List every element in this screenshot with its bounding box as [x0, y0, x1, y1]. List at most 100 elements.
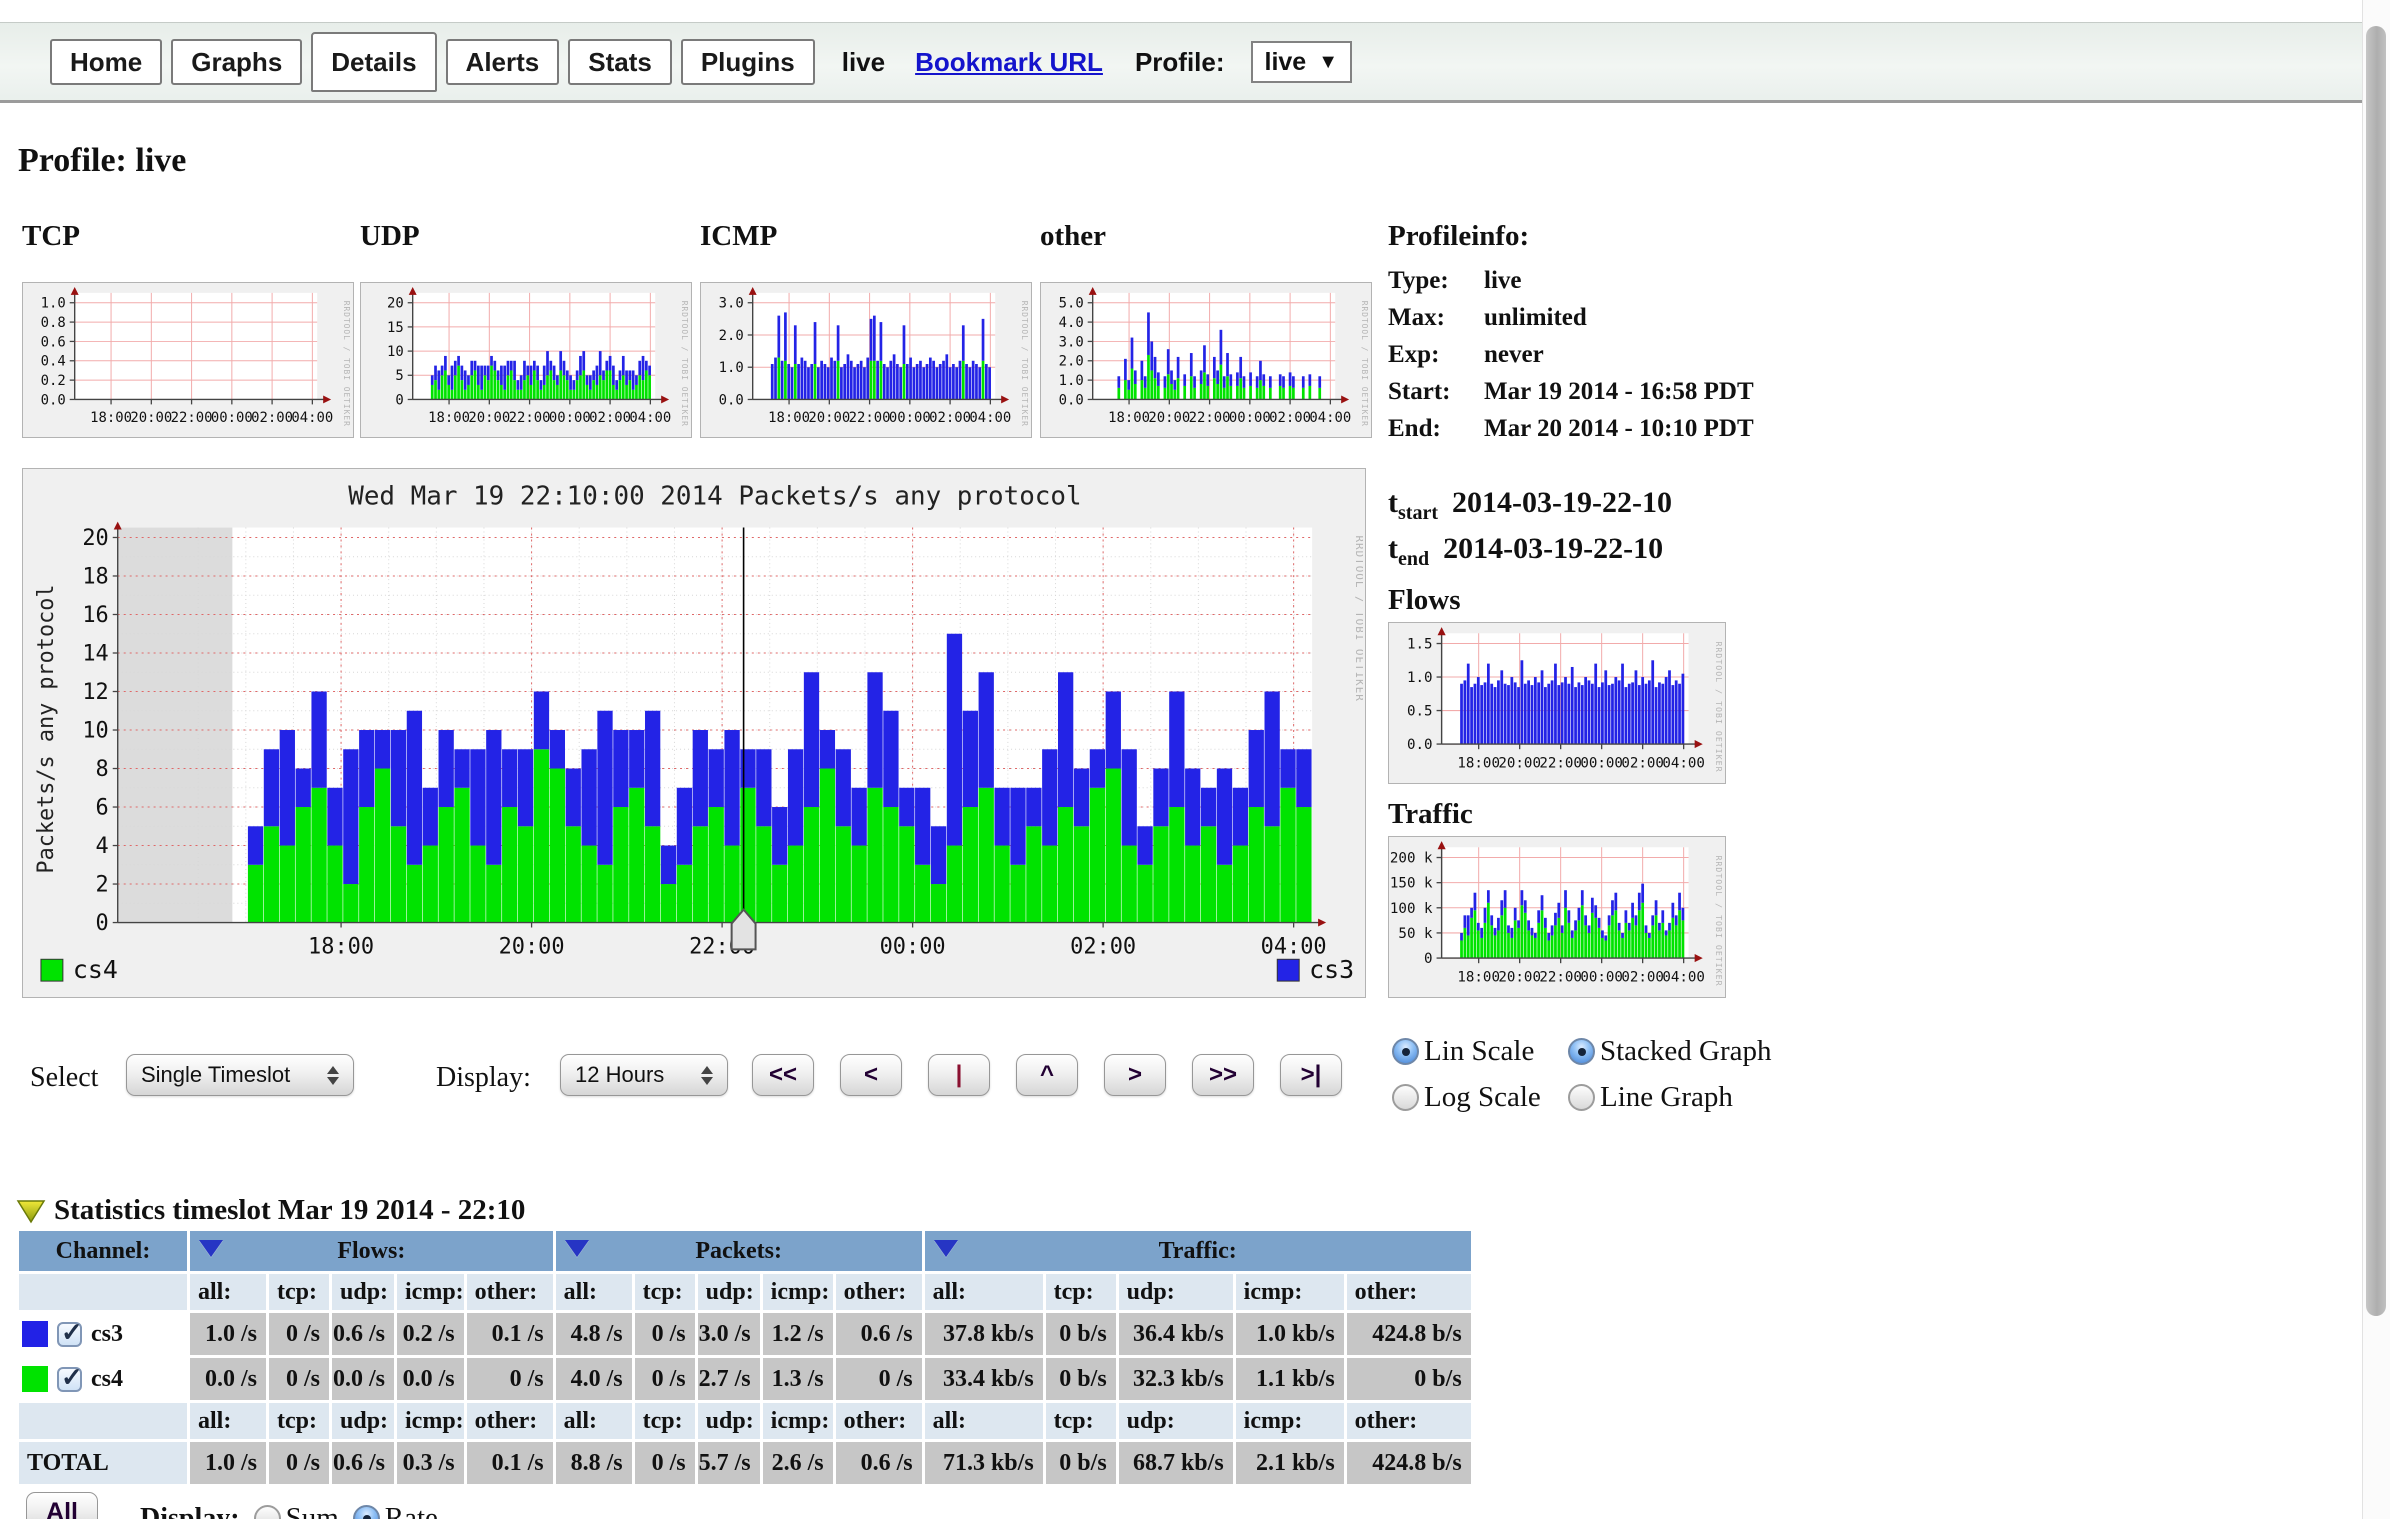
timeslot-select[interactable]: Single Timeslot — [126, 1054, 354, 1096]
graph-nav-button-4[interactable]: > — [1104, 1054, 1166, 1096]
rrdtool-watermark: RRDTOOL / TOBI OETIKER — [1020, 301, 1029, 427]
svg-text:20:00: 20:00 — [808, 410, 850, 426]
profileinfo-row: Type:live — [1388, 262, 1754, 299]
svg-text:22:00: 22:00 — [1189, 410, 1231, 426]
traffic-chart[interactable]: 200 k150 k100 k50 k018:0020:0022:0000:00… — [1388, 836, 1726, 998]
tab-home[interactable]: Home — [50, 39, 162, 85]
scrollbar-thumb[interactable] — [2366, 26, 2386, 1316]
graph-nav-button-2[interactable]: | — [928, 1054, 990, 1096]
stat-value: 1.2 /s — [763, 1313, 833, 1355]
svg-text:4: 4 — [96, 834, 109, 859]
svg-text:1.0: 1.0 — [719, 360, 744, 376]
footer-sum-option[interactable]: Sum — [254, 1502, 339, 1519]
sort-triangle-icon[interactable] — [565, 1240, 589, 1257]
profile-dropdown[interactable]: live ▼ — [1251, 41, 1353, 83]
svg-text:0.0: 0.0 — [1059, 392, 1084, 408]
svg-text:18:00: 18:00 — [428, 410, 470, 426]
svg-text:20:00: 20:00 — [1498, 756, 1541, 772]
page: HomeGraphsDetailsAlertsStatsPlugins live… — [0, 0, 2390, 1519]
tcp-chart[interactable]: 1.00.80.60.40.20.018:0020:0022:0000:0002… — [22, 282, 354, 438]
page-title: Profile: live — [18, 142, 186, 180]
channel-color-swatch — [22, 1321, 48, 1347]
stat-value: 0 /s — [269, 1358, 329, 1400]
total-label: TOTAL — [19, 1442, 187, 1484]
bookmark-url-link[interactable]: Bookmark URL — [915, 47, 1103, 78]
radio-icon[interactable] — [1392, 1038, 1419, 1065]
display-label: Display: — [436, 1062, 531, 1094]
main-graph[interactable]: 2018161412108642018:0020:0022:0000:0002:… — [22, 468, 1366, 998]
stat-value: 0.1 /s — [467, 1313, 553, 1355]
svg-text:02:00: 02:00 — [589, 410, 631, 426]
display-range-value: 12 Hours — [575, 1062, 664, 1088]
channel-checkbox[interactable] — [57, 1322, 82, 1347]
radio-icon[interactable] — [254, 1505, 281, 1519]
svg-text:02:00: 02:00 — [1621, 970, 1664, 986]
svg-text:15: 15 — [387, 320, 404, 336]
tab-plugins[interactable]: Plugins — [681, 39, 815, 85]
footer-rate-option[interactable]: Rate — [353, 1502, 438, 1519]
svg-text:3.0: 3.0 — [719, 296, 744, 312]
stat-total-value: 0.1 /s — [467, 1442, 553, 1484]
all-button[interactable]: All — [26, 1492, 98, 1519]
tab-details[interactable]: Details — [311, 32, 436, 92]
svg-text:02:00: 02:00 — [1269, 410, 1311, 426]
stat-total-value: 2.1 kb/s — [1236, 1442, 1344, 1484]
rrdtool-watermark: RRDTOOL / TOBI OETIKER — [1714, 641, 1723, 772]
radio-icon[interactable] — [1392, 1084, 1419, 1111]
channel-name: cs3 — [91, 1321, 123, 1348]
flows-chart[interactable]: 1.51.00.50.018:0020:0022:0000:0002:0004:… — [1388, 622, 1726, 784]
legend-label-cs3: cs3 — [1309, 955, 1354, 984]
display-range-select[interactable]: 12 Hours — [560, 1054, 728, 1096]
channel-checkbox[interactable] — [57, 1367, 82, 1392]
radio-icon[interactable] — [1568, 1084, 1595, 1111]
graph-nav-button-0[interactable]: << — [752, 1054, 814, 1096]
radio-icon[interactable] — [353, 1505, 380, 1519]
flows-heading: Flows — [1388, 584, 1461, 617]
stat-value: 4.8 /s — [556, 1313, 632, 1355]
svg-text:00:00: 00:00 — [880, 934, 946, 959]
stat-total-value: 8.8 /s — [556, 1442, 632, 1484]
stat-total-value: 2.6 /s — [763, 1442, 833, 1484]
graph-nav-button-5[interactable]: >> — [1192, 1054, 1254, 1096]
udp-chart[interactable]: 2015105018:0020:0022:0000:0002:0004:00RR… — [360, 282, 692, 438]
svg-text:10: 10 — [82, 719, 108, 744]
legend-swatch-cs4 — [41, 959, 63, 981]
scrollbar-track[interactable] — [2362, 0, 2390, 1519]
stat-value: 1.0 kb/s — [1236, 1313, 1344, 1355]
sort-triangle-icon[interactable] — [199, 1240, 223, 1257]
svg-text:22:00: 22:00 — [1539, 756, 1582, 772]
svg-text:2: 2 — [96, 873, 109, 898]
stat-total-value: 0 /s — [269, 1442, 329, 1484]
channel-cell-cs4: cs4 — [19, 1358, 187, 1400]
stat-value: 0 /s — [836, 1358, 922, 1400]
graph-nav-button-1[interactable]: < — [840, 1054, 902, 1096]
option-line-graph[interactable]: Line Graph — [1568, 1081, 1733, 1114]
graph-nav-button-6[interactable]: >| — [1280, 1054, 1342, 1096]
svg-text:20: 20 — [387, 296, 404, 312]
footer-rate-label: Rate — [385, 1502, 438, 1519]
tab-graphs[interactable]: Graphs — [171, 39, 302, 85]
collapse-triangle-icon[interactable] — [16, 1198, 46, 1224]
profileinfo-rows: Type:liveMax:unlimitedExp:neverStart:Mar… — [1388, 262, 1754, 447]
table-row-cs4: cs40.0 /s0 /s0.0 /s0.0 /s0 /s4.0 /s0 /s2… — [19, 1358, 1471, 1400]
option-log-scale[interactable]: Log Scale — [1392, 1081, 1568, 1114]
stat-total-value: 1.0 /s — [190, 1442, 266, 1484]
icmp-chart[interactable]: 3.02.01.00.018:0020:0022:0000:0002:0004:… — [700, 282, 1032, 438]
option-lin-scale[interactable]: Lin Scale — [1392, 1035, 1568, 1068]
nav-tabs: HomeGraphsDetailsAlertsStatsPlugins — [50, 32, 824, 92]
stat-value: 0 /s — [635, 1313, 695, 1355]
sort-triangle-icon[interactable] — [934, 1240, 958, 1257]
svg-text:20:00: 20:00 — [1498, 970, 1541, 986]
tend-value: 2014-03-19-22-10 — [1443, 532, 1663, 565]
stat-value: 0.0 /s — [397, 1358, 464, 1400]
radio-icon[interactable] — [1568, 1038, 1595, 1065]
tend-row: tend 2014-03-19-22-10 — [1388, 532, 1663, 571]
tab-alerts[interactable]: Alerts — [446, 39, 560, 85]
tab-stats[interactable]: Stats — [568, 39, 672, 85]
svg-text:5: 5 — [395, 368, 403, 384]
svg-text:4.0: 4.0 — [1059, 315, 1084, 331]
graph-nav-button-3[interactable]: ^ — [1016, 1054, 1078, 1096]
svg-text:2.0: 2.0 — [719, 328, 744, 344]
option-stacked-graph[interactable]: Stacked Graph — [1568, 1035, 1772, 1068]
other-chart[interactable]: 5.04.03.02.01.00.018:0020:0022:0000:0002… — [1040, 282, 1372, 438]
